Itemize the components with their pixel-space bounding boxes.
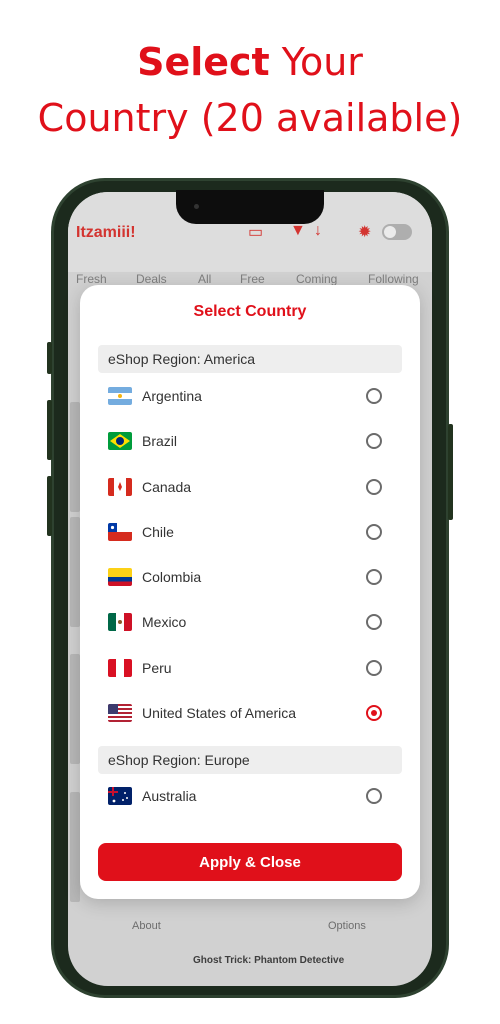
- country-name: Brazil: [142, 433, 178, 449]
- phone-mute-switch: [47, 342, 52, 374]
- promo-title-bold: Select: [137, 40, 270, 84]
- promo-title-line1: Select Your: [0, 38, 500, 86]
- phone-notch: [176, 190, 324, 224]
- radio-usa-selected[interactable]: [366, 705, 382, 721]
- country-row-brazil[interactable]: Brazil: [98, 424, 402, 460]
- mexico-flag-icon: [108, 613, 132, 631]
- region-header-europe: eShop Region: Europe: [98, 746, 402, 774]
- country-name: Chile: [142, 524, 174, 540]
- country-row-usa[interactable]: United States of America: [98, 696, 402, 732]
- radio-colombia[interactable]: [366, 569, 382, 585]
- phone-volume-up: [47, 400, 52, 460]
- country-name: Mexico: [142, 614, 187, 630]
- country-name: Argentina: [142, 388, 202, 404]
- dialog-title: Select Country: [193, 303, 307, 320]
- radio-chile[interactable]: [366, 524, 382, 540]
- phone-power-button: [448, 424, 453, 520]
- country-row-colombia[interactable]: Colombia: [98, 560, 402, 596]
- country-name: Colombia: [142, 569, 202, 585]
- peru-flag-icon: [108, 659, 132, 677]
- promo-title-rest: Your: [269, 40, 363, 84]
- promo-title-line2: Country (20 available): [37, 96, 463, 140]
- country-row-peru[interactable]: Peru: [98, 651, 402, 687]
- argentina-flag-icon: [108, 387, 132, 405]
- canada-flag-icon: [108, 478, 132, 496]
- chile-flag-icon: [108, 523, 132, 541]
- australia-flag-icon: [108, 787, 132, 805]
- phone-volume-down: [47, 476, 52, 536]
- usa-flag-icon: [108, 704, 132, 722]
- country-name: United States of America: [142, 705, 297, 721]
- country-name: Peru: [142, 660, 172, 676]
- country-row-australia[interactable]: Australia: [98, 779, 402, 815]
- brazil-flag-icon: [108, 432, 132, 450]
- select-country-dialog: Select Country eShop Region: America Arg…: [80, 285, 420, 899]
- country-row-argentina[interactable]: Argentina: [98, 379, 402, 415]
- country-name: Australia: [142, 788, 197, 804]
- radio-peru[interactable]: [366, 660, 382, 676]
- country-row-mexico[interactable]: Mexico: [98, 605, 402, 641]
- radio-argentina[interactable]: [366, 388, 382, 404]
- camera-icon: [194, 204, 199, 209]
- radio-australia[interactable]: [366, 788, 382, 804]
- radio-brazil[interactable]: [366, 433, 382, 449]
- country-row-chile[interactable]: Chile: [98, 515, 402, 551]
- region-header-america: eShop Region: America: [98, 345, 402, 373]
- radio-canada[interactable]: [366, 479, 382, 495]
- apply-close-button[interactable]: Apply & Close: [98, 843, 402, 881]
- radio-mexico[interactable]: [366, 614, 382, 630]
- country-row-canada[interactable]: Canada: [98, 470, 402, 506]
- colombia-flag-icon: [108, 568, 132, 586]
- country-name: Canada: [142, 479, 192, 495]
